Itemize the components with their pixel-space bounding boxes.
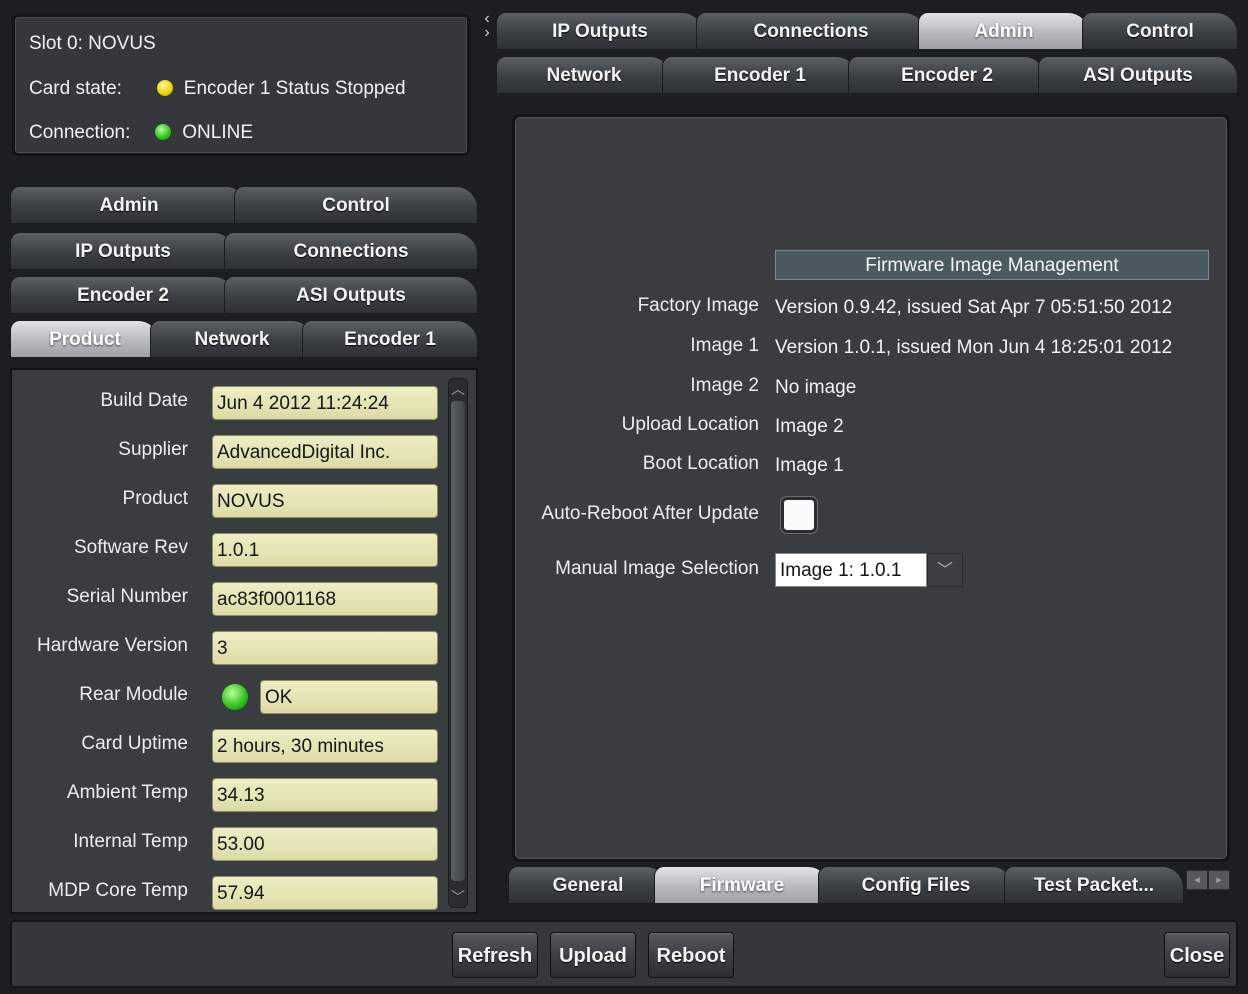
- serial-number-label: Serial Number: [66, 586, 188, 607]
- tab-scroll-left-icon[interactable]: ◂: [1186, 870, 1208, 890]
- serial-number-field[interactable]: ac83f0001168: [212, 582, 438, 616]
- close-button[interactable]: Close: [1164, 932, 1230, 978]
- software-rev-label: Software Rev: [73, 537, 188, 558]
- internal-temp-field[interactable]: 53.00: [212, 827, 438, 861]
- build-date-field[interactable]: Jun 4 2012 11:24:24: [212, 386, 438, 420]
- tab-asi-outputs-left[interactable]: ASI Outputs: [224, 276, 478, 314]
- scroll-thumb[interactable]: [451, 401, 465, 881]
- slot-title: Slot 0: NOVUS: [29, 33, 156, 54]
- tab-encoder-2[interactable]: Encoder 2: [848, 56, 1046, 94]
- tab-connections-left[interactable]: Connections: [224, 232, 478, 270]
- collapse-panel-icon[interactable]: ‹ ›: [480, 11, 494, 52]
- card-state-value: Encoder 1 Status Stopped: [183, 78, 406, 99]
- tab-network[interactable]: Network: [496, 56, 672, 94]
- product-scrollbar[interactable]: ︿ ﹀: [448, 378, 468, 908]
- connection-value: ONLINE: [182, 122, 253, 143]
- hardware-version-label: Hardware Version: [36, 635, 188, 656]
- internal-temp-label: Internal Temp: [73, 831, 188, 852]
- tab-network-left[interactable]: Network: [150, 320, 314, 358]
- tab-ip-outputs-left[interactable]: IP Outputs: [10, 232, 236, 270]
- card-state-row: Card state: Encoder 1 Status Stopped: [29, 78, 406, 100]
- build-date-label: Build Date: [100, 390, 188, 411]
- image-1-label: Image 1: [690, 335, 759, 356]
- tab-test-packet[interactable]: Test Packet...: [1004, 866, 1184, 904]
- ambient-temp-field[interactable]: 34.13: [212, 778, 438, 812]
- ambient-temp-label: Ambient Temp: [66, 782, 188, 803]
- rear-module-label: Rear Module: [79, 684, 188, 705]
- supplier-label: Supplier: [118, 439, 188, 460]
- upload-location-label: Upload Location: [621, 414, 759, 435]
- tab-asi-outputs[interactable]: ASI Outputs: [1038, 56, 1238, 94]
- hardware-version-field[interactable]: 3: [212, 631, 438, 665]
- connection-indicator-icon: [154, 124, 171, 140]
- tab-firmware[interactable]: Firmware: [654, 866, 830, 904]
- firmware-panel: Firmware Image Management Factory Image …: [512, 114, 1230, 862]
- factory-image-value: Version 0.9.42, issued Sat Apr 7 05:51:5…: [775, 297, 1173, 318]
- boot-location-label: Boot Location: [642, 453, 759, 474]
- connection-label: Connection:: [29, 122, 131, 143]
- mdp-core-temp-field[interactable]: 57.94: [212, 876, 438, 910]
- tab-config-files[interactable]: Config Files: [818, 866, 1014, 904]
- image-2-label: Image 2: [690, 375, 759, 396]
- product-field[interactable]: NOVUS: [212, 484, 438, 518]
- card-uptime-field[interactable]: 2 hours, 30 minutes: [212, 729, 438, 763]
- tab-product[interactable]: Product: [10, 320, 160, 358]
- refresh-button[interactable]: Refresh: [452, 932, 538, 978]
- image-2-value: No image: [775, 377, 857, 398]
- mdp-core-temp-label: MDP Core Temp: [48, 880, 188, 901]
- auto-reboot-label: Auto-Reboot After Update: [541, 503, 759, 524]
- image-1-value: Version 1.0.1, issued Mon Jun 4 18:25:01…: [775, 337, 1173, 358]
- card-uptime-label: Card Uptime: [81, 733, 188, 754]
- upload-location-value: Image 2: [775, 416, 844, 437]
- tab-encoder-1[interactable]: Encoder 1: [662, 56, 858, 94]
- manual-image-select[interactable]: Image 1: 1.0.1: [775, 553, 927, 587]
- chevron-down-icon[interactable]: ﹀: [927, 553, 963, 587]
- rear-module-field[interactable]: OK: [260, 680, 438, 714]
- software-rev-field[interactable]: 1.0.1: [212, 533, 438, 567]
- tab-admin[interactable]: Admin: [918, 12, 1090, 50]
- tab-scroll-buttons: ◂ ▸: [1186, 870, 1232, 890]
- upload-button[interactable]: Upload: [550, 932, 636, 978]
- factory-image-label: Factory Image: [637, 295, 759, 316]
- connection-row: Connection: ONLINE: [29, 122, 253, 144]
- tab-connections[interactable]: Connections: [696, 12, 926, 50]
- tab-control[interactable]: Control: [1082, 12, 1238, 50]
- tab-control-left[interactable]: Control: [234, 186, 478, 224]
- tab-scroll-right-icon[interactable]: ▸: [1208, 870, 1230, 890]
- manual-image-selection-label: Manual Image Selection: [555, 558, 759, 579]
- card-state-label: Card state:: [29, 78, 122, 99]
- product-label: Product: [122, 488, 188, 509]
- product-info-panel: Build Date Jun 4 2012 11:24:24 Supplier …: [10, 368, 478, 914]
- tab-ip-outputs[interactable]: IP Outputs: [496, 12, 704, 50]
- firmware-section-header: Firmware Image Management: [775, 250, 1209, 280]
- bottom-button-bar: Refresh Upload Reboot Close: [10, 920, 1238, 988]
- supplier-field[interactable]: AdvancedDigital Inc.: [212, 435, 438, 469]
- reboot-button[interactable]: Reboot: [648, 932, 734, 978]
- tab-encoder-2-left[interactable]: Encoder 2: [10, 276, 236, 314]
- rear-module-status-icon: [222, 684, 248, 710]
- boot-location-value: Image 1: [775, 455, 844, 476]
- auto-reboot-checkbox[interactable]: [781, 497, 817, 533]
- card-state-indicator-icon: [156, 80, 173, 96]
- tab-encoder-1-left[interactable]: Encoder 1: [302, 320, 478, 358]
- scroll-up-icon[interactable]: ︿: [449, 379, 467, 399]
- tab-general[interactable]: General: [508, 866, 668, 904]
- card-status-box: Slot 0: NOVUS Card state: Encoder 1 Stat…: [12, 14, 470, 156]
- tab-admin-left[interactable]: Admin: [10, 186, 248, 224]
- scroll-down-icon[interactable]: ﹀: [449, 887, 467, 907]
